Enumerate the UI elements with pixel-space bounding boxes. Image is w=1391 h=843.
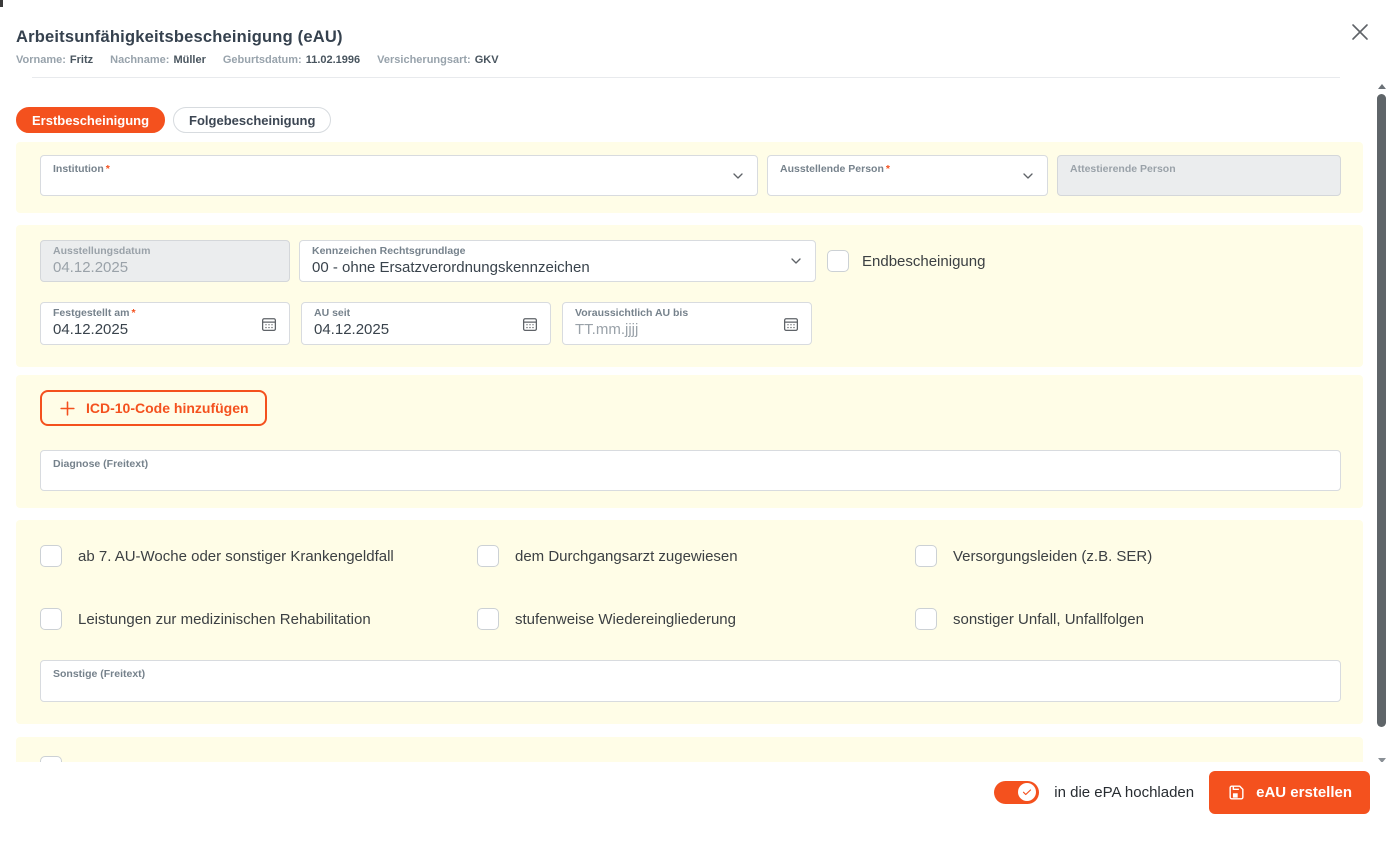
section-additional-options: ab 7. AU-Woche oder sonstiger Krankengel… xyxy=(16,520,1363,724)
festgestellt-am-input[interactable] xyxy=(53,320,253,339)
header-divider xyxy=(32,77,1340,78)
tab-folgebescheinigung[interactable]: Folgebescheinigung xyxy=(173,107,331,133)
attestierende-person-label: Attestierende Person xyxy=(1070,163,1176,175)
dialog-header: Arbeitsunfähigkeitsbescheinigung (eAU) V… xyxy=(0,0,1375,78)
ausstellungsdatum-field: Ausstellungsdatum xyxy=(40,240,290,282)
au-seit-field[interactable]: AU seit xyxy=(301,302,551,345)
patient-nachname: Nachname: Müller xyxy=(110,54,206,66)
scrollbar-up-arrow-icon[interactable] xyxy=(1378,84,1386,89)
checkbox-item: dem Durchgangsarzt zugewiesen xyxy=(477,545,915,567)
endbescheinigung-checkbox[interactable] xyxy=(827,250,849,272)
checkbox-item: Versorgungsleiden (z.B. SER) xyxy=(915,545,1341,567)
section-partial xyxy=(16,737,1363,762)
tab-erstbescheinigung[interactable]: Erstbescheinigung xyxy=(16,107,165,133)
patient-versicherungsart: Versicherungsart: GKV xyxy=(377,54,498,66)
voraussichtlich-au-bis-input[interactable] xyxy=(575,320,775,339)
chevron-down-icon xyxy=(730,168,746,184)
check-icon xyxy=(1021,786,1033,798)
ausstellende-person-label: Ausstellende Person xyxy=(780,163,884,175)
toggle-knob xyxy=(1018,783,1036,801)
ausstellungsdatum-label: Ausstellungsdatum xyxy=(53,245,253,258)
dialog-footer: in die ePA hochladen eAU erstellen xyxy=(0,762,1391,843)
sonstige-freitext-label: Sonstige (Freitext) xyxy=(53,668,1304,681)
diagnose-freitext-field[interactable]: Diagnose (Freitext) xyxy=(40,450,1341,491)
required-asterisk: * xyxy=(106,163,110,175)
sonstiger-unfall-checkbox[interactable] xyxy=(915,608,937,630)
checkbox-label: dem Durchgangsarzt zugewiesen xyxy=(515,548,738,565)
sonstige-freitext-field[interactable]: Sonstige (Freitext) xyxy=(40,660,1341,702)
scrollbar[interactable] xyxy=(1376,84,1387,763)
au-seit-input[interactable] xyxy=(314,320,514,339)
certificate-type-tabs: Erstbescheinigung Folgebescheinigung xyxy=(16,107,1375,133)
chevron-down-icon xyxy=(1020,168,1036,184)
required-asterisk: * xyxy=(886,163,890,175)
add-icd10-code-label: ICD-10-Code hinzufügen xyxy=(86,400,249,416)
add-icd10-code-button[interactable]: ICD-10-Code hinzufügen xyxy=(40,390,267,426)
au-seit-label: AU seit xyxy=(314,307,514,320)
voraussichtlich-au-bis-label: Voraussichtlich AU bis xyxy=(575,307,775,320)
epa-upload-label: in die ePA hochladen xyxy=(1054,784,1194,801)
calendar-icon[interactable] xyxy=(782,315,800,333)
institution-label: Institution xyxy=(53,163,104,175)
eau-erstellen-button[interactable]: eAU erstellen xyxy=(1209,771,1370,814)
festgestellt-am-field[interactable]: Festgestellt am* xyxy=(40,302,290,345)
voraussichtlich-au-bis-field[interactable]: Voraussichtlich AU bis xyxy=(562,302,812,345)
section-dates: Ausstellungsdatum Kennzeichen Rechtsgrun… xyxy=(16,225,1363,367)
calendar-icon[interactable] xyxy=(260,315,278,333)
institution-select[interactable]: Institution* xyxy=(40,155,758,196)
calendar-icon[interactable] xyxy=(521,315,539,333)
required-asterisk: * xyxy=(131,307,135,319)
endbescheinigung-label: Endbescheinigung xyxy=(862,253,985,270)
patient-vorname: Vorname: Fritz xyxy=(16,54,93,66)
checkbox-label: sonstiger Unfall, Unfallfolgen xyxy=(953,611,1144,628)
diagnose-freitext-label: Diagnose (Freitext) xyxy=(53,458,1304,471)
kennzeichen-label: Kennzeichen Rechtsgrundlage xyxy=(312,245,779,258)
eau-erstellen-label: eAU erstellen xyxy=(1256,784,1352,801)
ausstellende-person-select[interactable]: Ausstellende Person* xyxy=(767,155,1048,196)
checkbox-label: Versorgungsleiden (z.B. SER) xyxy=(953,548,1152,565)
patient-geburtsdatum: Geburtsdatum: 11.02.1996 xyxy=(223,54,360,66)
checkbox-item: ab 7. AU-Woche oder sonstiger Krankengel… xyxy=(40,545,477,567)
durchgangsarzt-checkbox[interactable] xyxy=(477,545,499,567)
kennzeichen-rechtsgrundlage-select[interactable]: Kennzeichen Rechtsgrundlage xyxy=(299,240,816,282)
epa-upload-toggle[interactable] xyxy=(994,781,1039,804)
attestierende-person-field: Attestierende Person xyxy=(1057,155,1341,196)
page-title: Arbeitsunfähigkeitsbescheinigung (eAU) xyxy=(16,28,1359,47)
scrollbar-thumb[interactable] xyxy=(1377,94,1386,727)
checkbox-item: sonstiger Unfall, Unfallfolgen xyxy=(915,608,1341,630)
checkbox-label: stufenweise Wiedereingliederung xyxy=(515,611,736,628)
plus-icon xyxy=(58,399,77,418)
ausstellungsdatum-input xyxy=(53,258,253,277)
patient-info-row: Vorname: Fritz Nachname: Müller Geburtsd… xyxy=(16,54,1359,66)
close-icon[interactable] xyxy=(1351,23,1369,41)
au-woche-checkbox[interactable] xyxy=(40,545,62,567)
chevron-down-icon xyxy=(788,253,804,269)
rehabilitation-checkbox[interactable] xyxy=(40,608,62,630)
checkbox-label: ab 7. AU-Woche oder sonstiger Krankengel… xyxy=(78,548,394,565)
versorgungsleiden-checkbox[interactable] xyxy=(915,545,937,567)
section-diagnose: ICD-10-Code hinzufügen Diagnose (Freitex… xyxy=(16,375,1363,508)
checkbox-label: Leistungen zur medizinischen Rehabilitat… xyxy=(78,611,371,628)
dialog-scroll-area: Arbeitsunfähigkeitsbescheinigung (eAU) V… xyxy=(0,0,1375,762)
wiedereingliederung-checkbox[interactable] xyxy=(477,608,499,630)
checkbox-item: Leistungen zur medizinischen Rehabilitat… xyxy=(40,608,477,630)
section-institution: Institution* Ausstellende Person* Attest… xyxy=(16,142,1363,213)
kennzeichen-value[interactable] xyxy=(312,258,779,277)
festgestellt-am-label: Festgestellt am xyxy=(53,307,129,319)
checkbox-item: stufenweise Wiedereingliederung xyxy=(477,608,915,630)
save-icon xyxy=(1227,783,1246,802)
